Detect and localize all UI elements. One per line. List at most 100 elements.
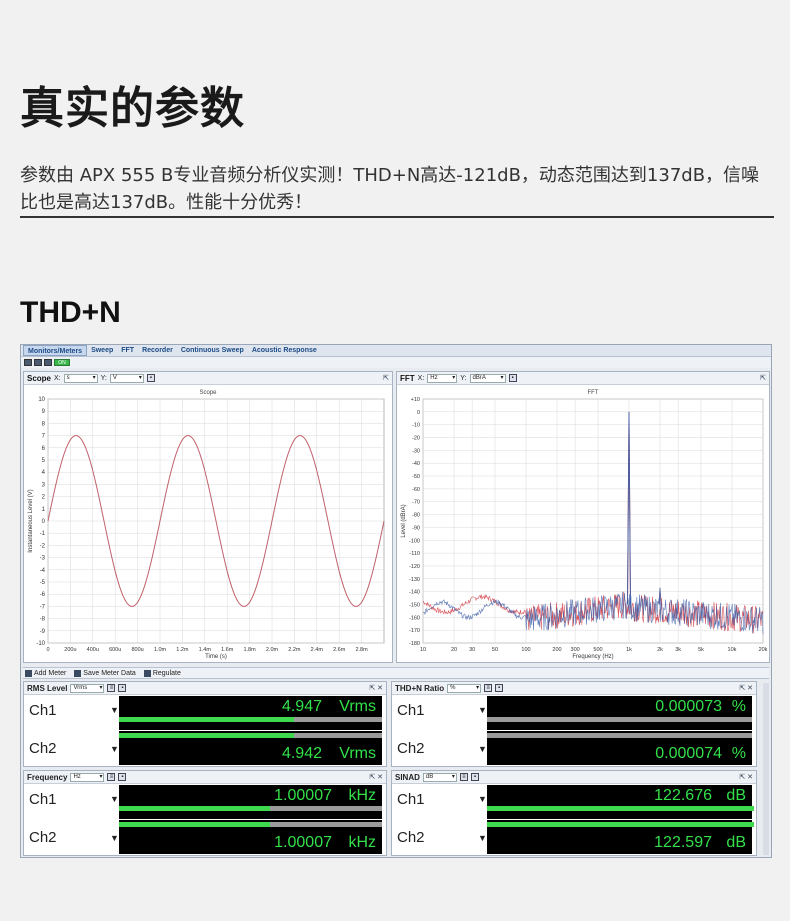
regulate-button[interactable]: Regulate [143, 669, 181, 677]
meter-format-icon[interactable]: ≡ [107, 684, 116, 692]
meter-row: Ch1 ▼ 122.676 dB [392, 785, 756, 819]
meter-bar-fill [119, 822, 270, 827]
channel-dropdown-arrow[interactable]: ▼ [478, 833, 487, 843]
channel-dropdown-arrow[interactable]: ▼ [110, 744, 119, 754]
fft-y-tick-label: -10 [412, 423, 420, 429]
icon-row: ON [21, 357, 771, 368]
meter-row: Ch1 ▼ 4.947 Vrms [24, 696, 386, 730]
channel-dropdown-arrow[interactable]: ▼ [478, 705, 487, 715]
scope-y-tick-label: -5 [40, 580, 46, 586]
meter-bar-fill [119, 717, 294, 722]
meter-title: Frequency [27, 772, 68, 782]
scope-y-tick-label: 7 [42, 434, 46, 440]
fft-y-label: Y: [460, 374, 467, 382]
on-toggle[interactable]: ON [54, 359, 70, 366]
popout-icon[interactable]: ⇱ ✕ [739, 773, 753, 781]
meter-format-icon[interactable]: ≡ [484, 684, 493, 692]
add-meter-button[interactable]: Add Meter [25, 669, 66, 677]
fft-x-tick-label: 5k [698, 647, 704, 653]
fft-x-select[interactable]: Hz [427, 373, 458, 383]
tab-continuous-sweep[interactable]: Continuous Sweep [177, 345, 248, 356]
channel-dropdown-arrow[interactable]: ▼ [110, 705, 119, 715]
scope-y-select[interactable]: V [109, 373, 144, 383]
channel-dropdown-arrow[interactable]: ▼ [478, 744, 487, 754]
scope-title: Scope [27, 373, 52, 383]
scope-y-tick-label: -7 [40, 604, 46, 610]
scope-x-select[interactable]: s [63, 373, 98, 383]
meter-display: 4.942 Vrms [119, 731, 382, 765]
meter-row: Ch2 ▼ 1.00007 kHz [24, 820, 386, 854]
meter-value: 0.000073 [655, 698, 722, 715]
fft-x-label: X: [417, 374, 425, 382]
channel-label: Ch2 [29, 829, 57, 846]
meter-bar-fill [119, 806, 270, 811]
tab-recorder[interactable]: Recorder [138, 345, 177, 356]
meter-unit-select[interactable]: % [447, 683, 482, 693]
tile-icon[interactable] [44, 359, 52, 366]
scope-y-tick-label: -2 [40, 543, 46, 549]
meter-settings-icon[interactable]: ▪ [495, 684, 504, 692]
fft-y-tick-label: -160 [409, 615, 420, 621]
meter-unit-select[interactable]: Hz [70, 772, 105, 782]
fft-y-tick-label: -80 [412, 513, 420, 519]
meter-title-bar: Frequency Hz ≡ ▪ ⇱ ✕ [24, 771, 386, 784]
meter-settings-icon[interactable]: ▪ [118, 773, 127, 781]
meter-row: Ch2 ▼ 122.597 dB [392, 820, 756, 854]
meter-bar-track [487, 717, 752, 722]
meter-bar-fill [487, 822, 754, 827]
meter-value: 1.00007 [274, 787, 332, 804]
meter-unit-select[interactable]: dB [422, 772, 457, 782]
tab-sweep[interactable]: Sweep [87, 345, 117, 356]
tab-fft[interactable]: FFT [117, 345, 138, 356]
scope-x-tick-label: 800u [131, 647, 143, 653]
fft-title-bar: FFT X: Hz Y: dBrA ▪ ⇱ [397, 372, 769, 385]
channel-dropdown-arrow[interactable]: ▼ [110, 833, 119, 843]
scope-y-axis-label: Instantaneous Level (V) [28, 489, 34, 552]
fft-y-tick-label: -180 [409, 641, 420, 647]
scope-y-tick-label: -10 [36, 641, 45, 647]
meter-title: SINAD [395, 772, 420, 782]
scope-title-bar: Scope X: s Y: V ▪ ⇱ [24, 372, 392, 385]
layout-icon[interactable] [24, 359, 32, 366]
meter-title-bar: RMS Level Vrms ≡ ▪ ⇱ ✕ [24, 682, 386, 695]
fft-settings-icon[interactable]: ▪ [508, 374, 517, 382]
scope-x-tick-label: 1.2m [176, 647, 189, 653]
meter-panel: Frequency Hz ≡ ▪ ⇱ ✕ Ch1 ▼ 1.00007 kHz C… [23, 770, 387, 856]
meter-format-icon[interactable]: ≡ [107, 773, 116, 781]
scope-x-tick-label: 1.4m [199, 647, 212, 653]
scope-settings-icon[interactable]: ▪ [146, 374, 155, 382]
fft-y-tick-label: -90 [412, 525, 420, 531]
intro-text: 参数由 APX 555 B专业音频分析仪实测！THD+N高达-121dB，动态范… [20, 165, 760, 213]
meter-format-icon[interactable]: ≡ [459, 773, 468, 781]
fft-chart: FFT +10 0 -10 -20 -30 -40 -50 -60 -70 -80 -90 -100 -1… [401, 390, 768, 660]
meter-bar-track [487, 733, 752, 738]
meter-display: 122.676 dB [487, 785, 754, 819]
tab-acoustic-response[interactable]: Acoustic Response [248, 345, 321, 356]
popout-icon[interactable]: ⇱ [383, 374, 389, 382]
scope-y-tick-label: 1 [42, 507, 46, 513]
channel-dropdown-arrow[interactable]: ▼ [478, 794, 487, 804]
fft-y-tick-label: -70 [412, 500, 420, 506]
meter-row: Ch2 ▼ 4.942 Vrms [24, 731, 386, 765]
fft-x-tick-label: 200 [552, 647, 561, 653]
channel-dropdown-arrow[interactable]: ▼ [110, 794, 119, 804]
fft-x-tick-label: 1k [626, 647, 632, 653]
tab-monitors-meters[interactable]: Monitors/Meters [23, 345, 88, 356]
popout-icon[interactable]: ⇱ ✕ [739, 684, 753, 692]
channel-label: Ch2 [397, 740, 425, 757]
grid-icon[interactable] [34, 359, 42, 366]
popout-icon[interactable]: ⇱ ✕ [369, 684, 383, 692]
scrollbar[interactable] [763, 683, 769, 855]
popout-icon[interactable]: ⇱ [760, 374, 766, 382]
save-meter-data-button[interactable]: Save Meter Data [74, 669, 136, 677]
meter-settings-icon[interactable]: ▪ [118, 684, 127, 692]
meter-unit-select[interactable]: Vrms [70, 683, 105, 693]
meter-bar-fill [487, 806, 754, 811]
meter-settings-icon[interactable]: ▪ [470, 773, 479, 781]
popout-icon[interactable]: ⇱ ✕ [369, 773, 383, 781]
scope-y-tick-label: -6 [40, 592, 46, 598]
tab-bar: Monitors/Meters Sweep FFT Recorder Conti… [21, 345, 771, 357]
fft-x-tick-label: 500 [593, 647, 602, 653]
meter-title: THD+N Ratio [395, 683, 445, 693]
fft-y-select[interactable]: dBrA [469, 373, 506, 383]
